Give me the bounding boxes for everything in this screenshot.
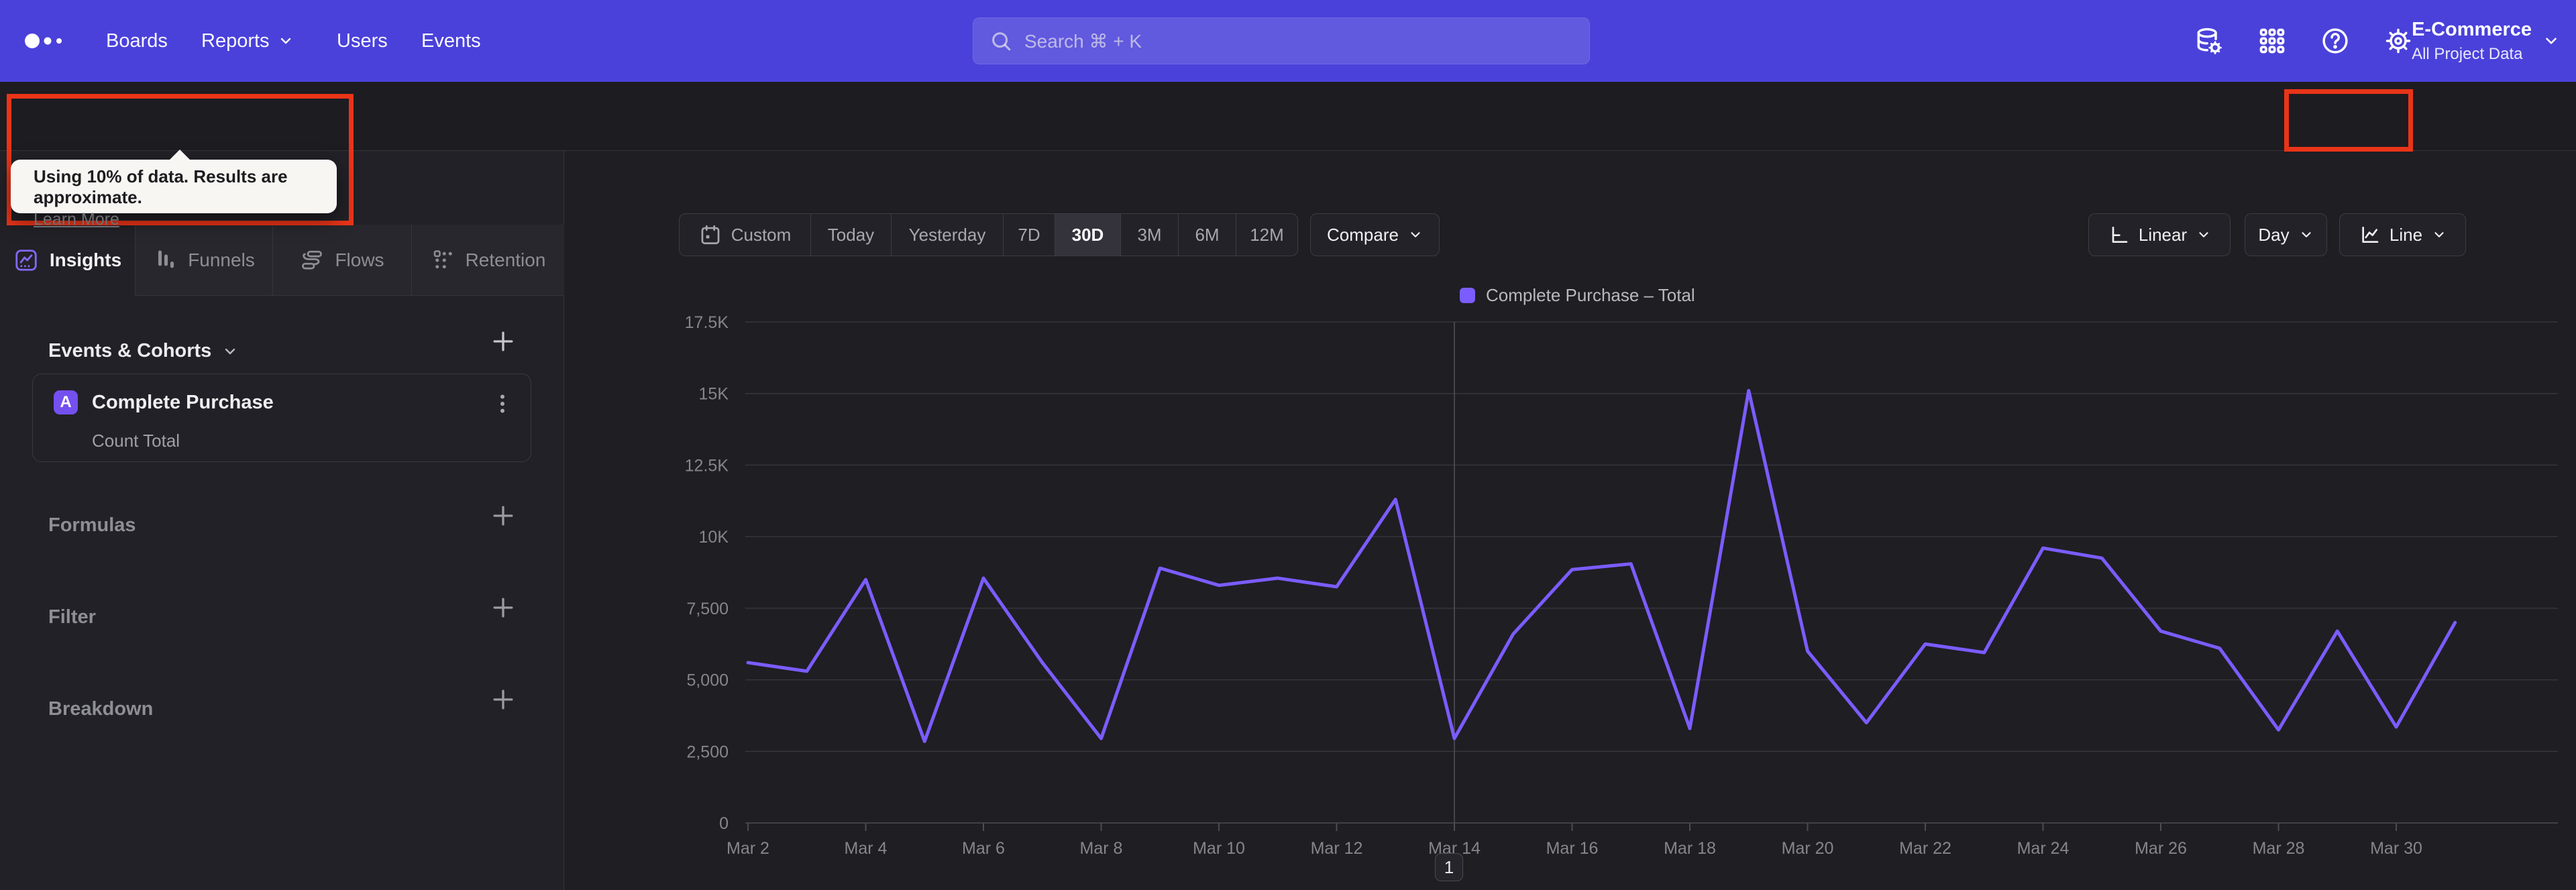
retention-icon	[433, 249, 452, 268]
funnels-icon	[158, 249, 174, 268]
search-input[interactable]: Search ⌘ + K	[973, 17, 1590, 64]
svg-text:12.5K: 12.5K	[685, 456, 729, 475]
svg-text:10K: 10K	[699, 528, 729, 547]
mixpanel-logo-icon[interactable]	[24, 31, 71, 51]
range-today[interactable]: Today	[811, 214, 892, 256]
svg-text:7,500: 7,500	[686, 600, 729, 618]
chart-svg[interactable]: Mar 2 Mar 4 Mar 6 Mar 8 Mar 10 Mar 12 Mar 14 Ma…	[658, 288, 2576, 890]
chevron-down-icon	[2546, 38, 2557, 44]
project-name: E-Commerce	[2412, 18, 2532, 40]
range-7d[interactable]: 7D	[1004, 214, 1055, 256]
sampling-tooltip: Using 10% of data. Results are approxima…	[11, 150, 337, 229]
chevron-down-icon	[280, 38, 290, 44]
chevron-down-icon	[2199, 232, 2208, 237]
svg-text:Mar 16: Mar 16	[1546, 839, 1599, 858]
calendar-icon	[701, 225, 720, 245]
breakdown-section-label: Breakdown	[48, 698, 154, 720]
nav-item-users[interactable]: Users	[337, 0, 388, 82]
events-cohorts-header[interactable]: Events & Cohorts	[48, 340, 238, 362]
svg-text:17.5K: 17.5K	[685, 313, 729, 332]
svg-text:Mar 12: Mar 12	[1311, 839, 1363, 858]
svg-text:5,000: 5,000	[686, 671, 729, 690]
tooltip-message: Using 10% of data. Results are approxima…	[34, 166, 288, 207]
event-card-complete-purchase[interactable]: A Complete Purchase Count Total	[32, 374, 531, 462]
top-nav: Boards Reports Users Events Search ⌘ + K	[0, 0, 2576, 82]
tooltip-arrow	[169, 150, 191, 160]
chevron-down-icon	[1411, 232, 1420, 237]
svg-text:Mar 10: Mar 10	[1193, 839, 1245, 858]
chart-panel: Custom Today Yesterday 7D 30D 3M 6M 12M …	[564, 151, 2576, 890]
report-title-bar: Untitled Sampled + Add description... Sa…	[0, 82, 2576, 220]
help-icon[interactable]	[2320, 26, 2350, 56]
event-series-badge: A	[54, 390, 78, 414]
data-management-icon[interactable]	[2194, 26, 2223, 56]
nav-item-reports[interactable]: Reports	[201, 0, 294, 82]
chevron-down-icon	[225, 348, 235, 354]
learn-more-link[interactable]: Learn More	[34, 210, 119, 229]
scale-dropdown[interactable]: Linear	[2088, 213, 2231, 256]
svg-text:Mar 18: Mar 18	[1664, 839, 1716, 858]
search-icon	[992, 32, 1011, 51]
event-aggregation[interactable]: Count Total	[92, 431, 180, 451]
svg-text:Mar 24: Mar 24	[2017, 839, 2070, 858]
range-30d[interactable]: 30D	[1055, 214, 1121, 256]
query-builder-sidebar: Insights Funnels Flows Retention Events …	[0, 151, 564, 890]
add-event-button[interactable]	[488, 327, 518, 356]
svg-text:Mar 4: Mar 4	[845, 839, 888, 858]
svg-text:Mar 2: Mar 2	[727, 839, 769, 858]
range-3m[interactable]: 3M	[1121, 214, 1179, 256]
search-placeholder: Search ⌘ + K	[1024, 30, 1142, 52]
chart-page-indicator[interactable]: 1	[1435, 853, 1463, 881]
tab-insights[interactable]: Insights	[0, 225, 136, 296]
line-chart-icon	[2362, 227, 2379, 243]
report-tabs: Insights Funnels Flows Retention	[0, 225, 564, 296]
range-6m[interactable]: 6M	[1179, 214, 1236, 256]
project-switcher[interactable]: E-Commerce All Project Data	[2412, 0, 2560, 82]
chart-type-dropdown[interactable]: Line	[2339, 213, 2466, 256]
add-filter-button[interactable]	[488, 593, 518, 622]
linear-axis-icon	[2112, 227, 2128, 243]
chevron-down-icon	[2302, 232, 2311, 237]
svg-text:0: 0	[719, 814, 729, 833]
svg-text:Mar 8: Mar 8	[1080, 839, 1123, 858]
range-12m[interactable]: 12M	[1236, 214, 1297, 256]
project-scope: All Project Data	[2412, 44, 2523, 63]
event-menu-icon[interactable]	[490, 390, 515, 417]
formulas-section-label: Formulas	[48, 514, 136, 536]
tab-funnels[interactable]: Funnels	[136, 225, 273, 295]
svg-text:Mar 20: Mar 20	[1782, 839, 1834, 858]
chevron-down-icon	[2434, 232, 2444, 237]
nav-item-boards[interactable]: Boards	[106, 0, 168, 82]
tab-flows[interactable]: Flows	[273, 225, 412, 295]
nav-item-events[interactable]: Events	[421, 0, 481, 82]
svg-text:Mar 30: Mar 30	[2370, 839, 2422, 858]
event-name: Complete Purchase	[92, 392, 274, 413]
add-formula-button[interactable]	[488, 501, 518, 531]
range-custom[interactable]: Custom	[680, 214, 811, 256]
svg-text:Mar 22: Mar 22	[1899, 839, 1951, 858]
range-yesterday[interactable]: Yesterday	[892, 214, 1004, 256]
interval-dropdown[interactable]: Day	[2245, 213, 2327, 256]
add-breakdown-button[interactable]	[488, 685, 518, 714]
svg-text:Mar 28: Mar 28	[2253, 839, 2305, 858]
flows-icon	[302, 250, 323, 270]
svg-text:Mar 26: Mar 26	[2135, 839, 2187, 858]
insights-icon	[15, 249, 37, 271]
apps-grid-icon[interactable]	[2257, 26, 2287, 56]
svg-text:Mar 6: Mar 6	[962, 839, 1005, 858]
tab-retention[interactable]: Retention	[412, 225, 564, 295]
settings-gear-icon[interactable]	[2383, 26, 2413, 56]
svg-text:2,500: 2,500	[686, 742, 729, 761]
filter-section-label: Filter	[48, 606, 96, 628]
date-range-control: Custom Today Yesterday 7D 30D 3M 6M 12M	[679, 213, 1298, 256]
compare-button[interactable]: Compare	[1310, 213, 1440, 256]
svg-text:15K: 15K	[699, 385, 729, 404]
